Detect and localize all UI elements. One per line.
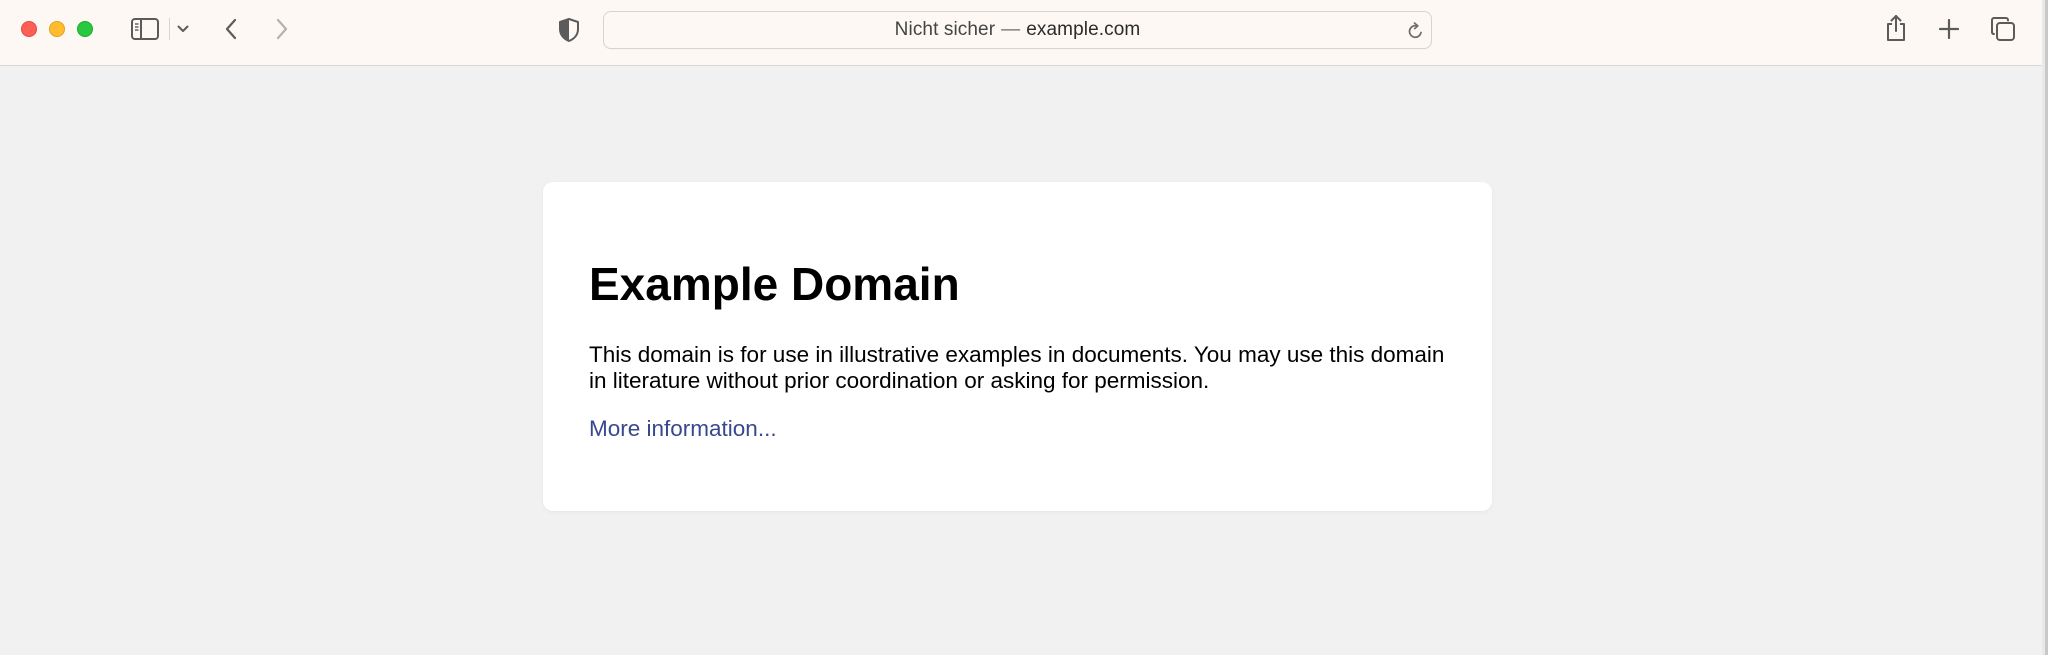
toolbar-divider [169, 18, 170, 40]
sidebar-icon[interactable] [131, 16, 159, 42]
page-title: Example Domain [589, 258, 960, 310]
address-host: example.com [1026, 19, 1141, 40]
page-description: This domain is for use in illustrative e… [589, 342, 1445, 393]
window-edge-highlight [2042, 0, 2045, 655]
plus-icon[interactable] [1937, 17, 1961, 41]
security-label: Nicht sicher [894, 19, 996, 40]
browser-window: Nicht sicher — example.com Example Domai… [0, 0, 2048, 655]
browser-toolbar: Nicht sicher — example.com [0, 0, 2048, 66]
content-card: Example Domain This domain is for use in… [543, 182, 1492, 511]
chevron-down-icon[interactable] [175, 20, 191, 38]
chevron-left-icon[interactable] [221, 16, 241, 42]
more-information-link[interactable]: More information... [589, 416, 777, 442]
share-icon[interactable] [1884, 13, 1908, 43]
address-text[interactable]: Nicht sicher — example.com [604, 12, 1431, 48]
address-bar[interactable]: Nicht sicher — example.com [603, 11, 1432, 49]
close-window-button[interactable] [21, 21, 37, 37]
shield-icon[interactable] [556, 16, 582, 44]
address-separator: — [1001, 19, 1021, 40]
tabs-overview-icon[interactable] [1989, 16, 2017, 42]
zoom-window-button[interactable] [77, 21, 93, 37]
reload-icon[interactable] [1406, 21, 1424, 41]
minimize-window-button[interactable] [49, 21, 65, 37]
chevron-right-icon[interactable] [272, 16, 292, 42]
